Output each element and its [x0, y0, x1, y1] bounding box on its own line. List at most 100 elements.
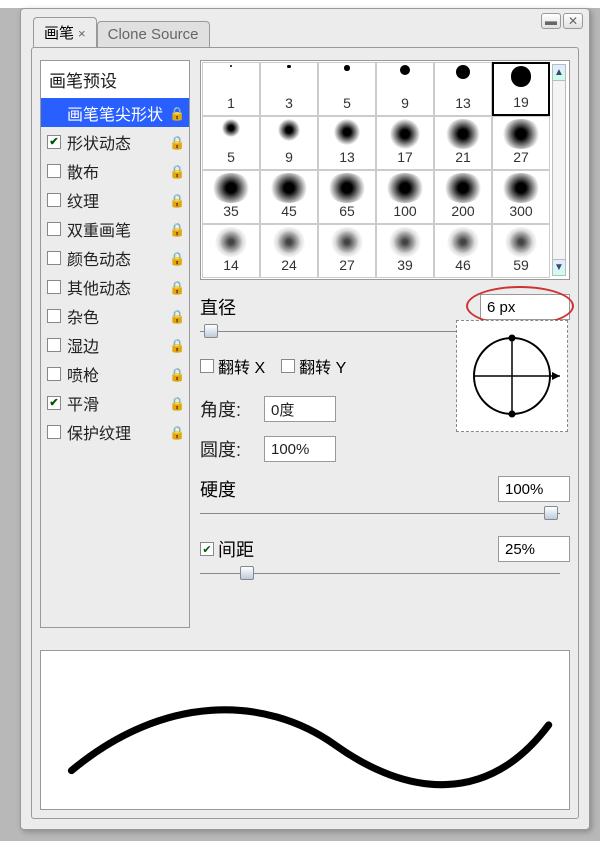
- sidebar-item-3[interactable]: 纹理🔒: [41, 185, 189, 214]
- brush-cell-200[interactable]: 200: [434, 170, 492, 224]
- tab-brush[interactable]: 画笔 ×: [33, 17, 97, 47]
- sidebar-item-11[interactable]: 保护纹理🔒: [41, 417, 189, 446]
- window-controls: ▬ ✕: [541, 13, 583, 29]
- flip-x-checkbox[interactable]: 翻转 X: [200, 354, 265, 378]
- brush-cell-300[interactable]: 300: [492, 170, 550, 224]
- brush-tip-icon: [511, 66, 532, 87]
- checkbox-icon[interactable]: [47, 367, 61, 381]
- checkbox-icon[interactable]: [47, 164, 61, 178]
- checkbox-icon[interactable]: [47, 338, 61, 352]
- minimize-button[interactable]: ▬: [541, 13, 561, 29]
- brush-size-number: 9: [401, 95, 409, 111]
- sidebar-item-8[interactable]: 湿边🔒: [41, 330, 189, 359]
- brush-cell-59[interactable]: 59: [492, 224, 550, 278]
- sidebar-item-label: 形状动态: [67, 130, 169, 154]
- spacing-slider[interactable]: [200, 564, 560, 582]
- brush-size-number: 200: [451, 203, 474, 219]
- sidebar-item-label: 喷枪: [67, 362, 169, 386]
- lock-icon: 🔒: [169, 280, 183, 294]
- checkbox-icon[interactable]: [47, 309, 61, 323]
- sidebar-item-0[interactable]: 画笔笔尖形状🔒: [41, 98, 189, 127]
- sidebar-item-4[interactable]: 双重画笔🔒: [41, 214, 189, 243]
- checkbox-icon[interactable]: ✔: [47, 135, 61, 149]
- sidebar-item-6[interactable]: 其他动态🔒: [41, 272, 189, 301]
- sidebar-item-1[interactable]: ✔形状动态🔒: [41, 127, 189, 156]
- brush-cell-45[interactable]: 45: [260, 170, 318, 224]
- brush-tip-icon: [230, 65, 232, 67]
- hardness-slider[interactable]: [200, 504, 560, 522]
- brush-presets-header[interactable]: 画笔预设: [40, 60, 190, 99]
- sidebar-item-7[interactable]: 杂色🔒: [41, 301, 189, 330]
- brush-size-number: 13: [339, 149, 355, 165]
- brush-tip-icon: [390, 119, 421, 149]
- sidebar-item-label: 颜色动态: [67, 246, 169, 270]
- diameter-label: 直径: [200, 294, 264, 320]
- close-icon[interactable]: ×: [78, 26, 86, 41]
- spacing-checkbox[interactable]: ✔间距: [200, 536, 254, 562]
- brush-cell-1[interactable]: 1: [202, 62, 260, 116]
- checkbox-icon[interactable]: ✔: [47, 396, 61, 410]
- brush-tip-icon: [501, 119, 541, 149]
- hardness-input[interactable]: 100%: [498, 476, 570, 502]
- brush-tip-icon: [222, 119, 240, 137]
- brush-cell-27[interactable]: 27: [492, 116, 550, 170]
- checkbox-icon[interactable]: [47, 222, 61, 236]
- sidebar-item-2[interactable]: 散布🔒: [41, 156, 189, 185]
- brush-cell-17[interactable]: 17: [376, 116, 434, 170]
- checkbox-icon[interactable]: [47, 425, 61, 439]
- brush-cell-19[interactable]: 19: [492, 62, 550, 116]
- brush-size-grid: 1359131959131721273545651002003001424273…: [200, 60, 570, 280]
- sidebar-item-label: 散布: [67, 159, 169, 183]
- brush-cell-24[interactable]: 24: [260, 224, 318, 278]
- brush-cell-21[interactable]: 21: [434, 116, 492, 170]
- flip-y-checkbox[interactable]: 翻转 Y: [281, 354, 346, 378]
- brush-size-number: 3: [285, 95, 293, 111]
- checkbox-icon[interactable]: [47, 251, 61, 265]
- checkbox-icon[interactable]: [47, 193, 61, 207]
- brush-cell-9[interactable]: 9: [260, 116, 318, 170]
- brush-size-number: 59: [513, 257, 529, 273]
- spacing-input[interactable]: 25%: [498, 536, 570, 562]
- hardness-label: 硬度: [200, 476, 264, 502]
- brush-cell-65[interactable]: 65: [318, 170, 376, 224]
- brush-grid-scrollbar[interactable]: ▲ ▼: [552, 64, 566, 276]
- lock-icon: 🔒: [169, 425, 183, 439]
- tab-clone-source[interactable]: Clone Source: [97, 21, 210, 47]
- brush-cell-5[interactable]: 5: [318, 62, 376, 116]
- brush-cell-39[interactable]: 39: [376, 224, 434, 278]
- brush-cell-14[interactable]: 14: [202, 224, 260, 278]
- brush-cell-13[interactable]: 13: [434, 62, 492, 116]
- sidebar-item-5[interactable]: 颜色动态🔒: [41, 243, 189, 272]
- brush-tip-icon: [287, 65, 290, 68]
- checkbox-icon[interactable]: [47, 280, 61, 294]
- brush-size-number: 5: [227, 149, 235, 165]
- angle-roundness-widget[interactable]: [456, 320, 568, 432]
- scroll-down-icon[interactable]: ▼: [553, 259, 565, 275]
- brush-size-number: 35: [223, 203, 239, 219]
- brush-tip-icon: [327, 173, 367, 203]
- lock-icon: 🔒: [169, 193, 183, 207]
- sidebar-item-label: 平滑: [67, 391, 169, 415]
- diameter-input[interactable]: 6 px: [480, 294, 570, 320]
- brush-cell-9[interactable]: 9: [376, 62, 434, 116]
- sidebar-item-9[interactable]: 喷枪🔒: [41, 359, 189, 388]
- sidebar-item-label: 其他动态: [67, 275, 169, 299]
- brush-cell-5[interactable]: 5: [202, 116, 260, 170]
- tab-label: 画笔: [44, 25, 74, 42]
- sidebar-item-10[interactable]: ✔平滑🔒: [41, 388, 189, 417]
- brush-cell-13[interactable]: 13: [318, 116, 376, 170]
- brush-tip-icon: [214, 227, 248, 257]
- close-button[interactable]: ✕: [563, 13, 583, 29]
- brush-panel: ▬ ✕ 画笔× Clone Source 画笔预设 画笔笔尖形状🔒✔形状动态🔒散…: [20, 8, 590, 830]
- brush-cell-35[interactable]: 35: [202, 170, 260, 224]
- brush-size-number: 300: [509, 203, 532, 219]
- brush-size-number: 17: [397, 149, 413, 165]
- brush-cell-27[interactable]: 27: [318, 224, 376, 278]
- brush-cell-3[interactable]: 3: [260, 62, 318, 116]
- roundness-input[interactable]: 100%: [264, 436, 336, 462]
- brush-cell-46[interactable]: 46: [434, 224, 492, 278]
- scroll-up-icon[interactable]: ▲: [553, 65, 565, 81]
- lock-icon: 🔒: [169, 106, 183, 120]
- angle-input[interactable]: 0度: [264, 396, 336, 422]
- brush-cell-100[interactable]: 100: [376, 170, 434, 224]
